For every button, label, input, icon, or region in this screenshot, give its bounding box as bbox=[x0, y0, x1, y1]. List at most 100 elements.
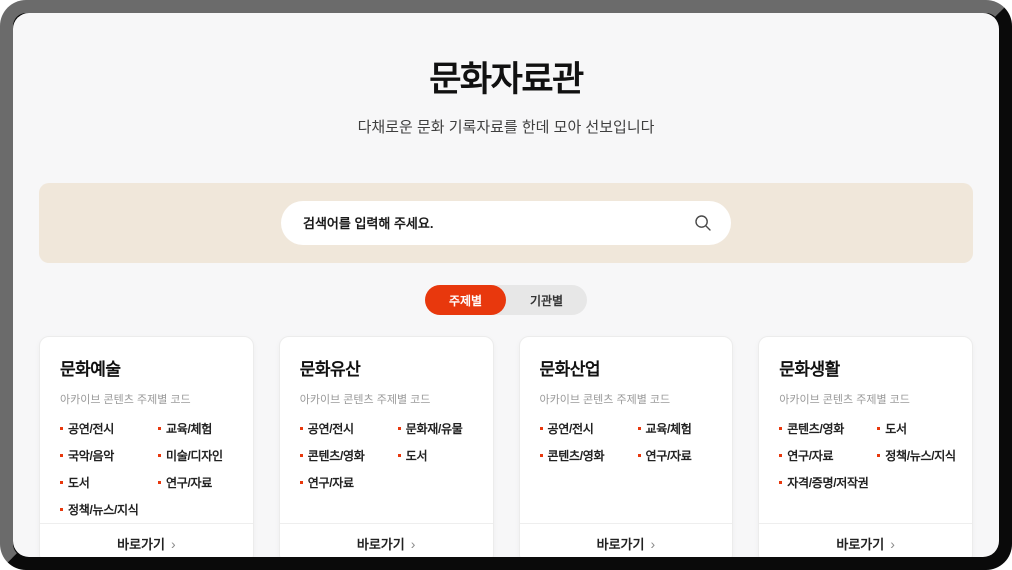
category-label: 미술/디자인 bbox=[166, 449, 223, 463]
tab-by-subject[interactable]: 주제별 bbox=[425, 285, 506, 315]
category-label: 콘텐츠/영화 bbox=[787, 422, 844, 436]
category-label: 교육/체험 bbox=[645, 422, 692, 436]
card-title: 문화산업 bbox=[539, 360, 601, 379]
category-card-culture-heritage: 문화유산 아카이브 콘텐츠 주제별 코드 공연/전시콘텐츠/영화연구/자료 문화… bbox=[278, 336, 494, 557]
bullet-icon bbox=[779, 427, 783, 430]
category-columns: 콘텐츠/영화연구/자료자격/증명/저작권 도서정책/뉴스/지식 bbox=[779, 420, 956, 491]
category-item[interactable]: 연구/자료 bbox=[299, 474, 386, 491]
shortcut-label: 바로가기 bbox=[117, 537, 165, 552]
bullet-icon bbox=[158, 454, 161, 457]
category-label: 연구/자료 bbox=[166, 476, 212, 490]
page-title: 문화자료관 bbox=[429, 60, 584, 99]
search-bar bbox=[281, 201, 731, 245]
category-label: 도서 bbox=[405, 449, 428, 463]
category-columns: 공연/전시콘텐츠/영화연구/자료 문화재/유물도서 bbox=[299, 420, 473, 491]
category-item[interactable]: 콘텐츠/영화 bbox=[299, 447, 386, 464]
category-item[interactable]: 공연/전시 bbox=[299, 420, 386, 437]
bullet-icon bbox=[637, 454, 641, 457]
shortcut-label: 바로가기 bbox=[836, 537, 885, 552]
category-columns: 공연/전시국악/음악도서정책/뉴스/지식 교육/체험미술/디자인연구/자료 bbox=[60, 420, 233, 518]
category-card-culture-arts: 문화예술 아카이브 콘텐츠 주제별 코드 공연/전시 국악/음악 도서 정책/뉴스/지… bbox=[39, 336, 254, 557]
card-title: 문화생활 bbox=[779, 360, 840, 379]
category-list: 교육/체험연구/자료 bbox=[637, 420, 724, 464]
page-subtitle: 다채로운 문화 기록자료를 한데 모아 선보입니다 bbox=[357, 119, 655, 136]
category-label: 콘텐츠/영화 bbox=[307, 449, 365, 463]
category-list: 문화재/유물도서 bbox=[397, 420, 484, 491]
card-code-label: 아카이브 콘텐츠 주제별 코드 bbox=[299, 394, 431, 406]
category-list: 공연/전시콘텐츠/영화 bbox=[539, 420, 626, 464]
card-code-label: 아카이브 콘텐츠 주제별 코드 bbox=[779, 394, 910, 406]
category-item[interactable]: 연구/자료 bbox=[779, 447, 865, 464]
card-title: 문화예술 bbox=[60, 360, 121, 379]
category-label: 연구/자료 bbox=[787, 449, 834, 463]
card-grid: 문화예술 아카이브 콘텐츠 주제별 코드 공연/전시 국악/음악 도서 정책/뉴스/지… bbox=[39, 336, 973, 557]
bullet-icon bbox=[877, 454, 881, 457]
view-toggle: 주제별 기관별 bbox=[425, 285, 587, 315]
category-label: 도서 bbox=[68, 476, 90, 490]
category-label: 콘텐츠/영화 bbox=[547, 449, 605, 463]
category-item[interactable]: 콘텐츠/영화 bbox=[539, 447, 626, 464]
category-label: 자격/증명/저작권 bbox=[787, 476, 869, 490]
page: 문화자료관 다채로운 문화 기록자료를 한데 모아 선보입니다 주제별 기관별 bbox=[13, 13, 999, 557]
search-icon[interactable] bbox=[691, 211, 715, 235]
shortcut-button[interactable]: 바로가기 › bbox=[759, 523, 972, 557]
chevron-right-icon: › bbox=[410, 535, 416, 552]
tab-by-institution[interactable]: 기관별 bbox=[506, 285, 587, 315]
category-item[interactable]: 도서 bbox=[877, 420, 963, 437]
shortcut-button[interactable]: 바로가기 › bbox=[40, 523, 253, 557]
bullet-icon bbox=[299, 454, 303, 457]
card-body: 문화산업 아카이브 콘텐츠 주제별 코드 공연/전시 콘텐츠/영화 교육/체험 연구… bbox=[520, 337, 733, 523]
category-item[interactable]: 콘텐츠/영화 bbox=[779, 420, 865, 437]
category-label: 공연/전시 bbox=[68, 422, 114, 436]
category-item[interactable]: 국악/음악 bbox=[60, 447, 146, 464]
category-label: 공연/전시 bbox=[307, 422, 354, 436]
category-item[interactable]: 공연/전시 bbox=[539, 420, 626, 437]
category-list: 공연/전시콘텐츠/영화연구/자료 bbox=[299, 420, 386, 491]
bullet-icon bbox=[158, 481, 161, 484]
bullet-icon bbox=[158, 427, 161, 430]
category-item[interactable]: 교육/체험 bbox=[158, 420, 244, 437]
category-label: 연구/자료 bbox=[645, 449, 692, 463]
category-card-culture-industry: 문화산업 아카이브 콘텐츠 주제별 코드 공연/전시 콘텐츠/영화 교육/체험 연구… bbox=[518, 336, 734, 557]
bullet-icon bbox=[60, 508, 63, 511]
bullet-icon bbox=[539, 454, 543, 457]
bullet-icon bbox=[397, 427, 401, 430]
category-item[interactable]: 연구/자료 bbox=[637, 447, 724, 464]
category-item[interactable]: 자격/증명/저작권 bbox=[779, 474, 869, 491]
bullet-icon bbox=[60, 481, 63, 484]
category-columns: 공연/전시콘텐츠/영화 교육/체험연구/자료 bbox=[539, 420, 713, 464]
category-label: 문화재/유물 bbox=[405, 422, 463, 436]
bullet-icon bbox=[779, 454, 783, 457]
category-label: 교육/체험 bbox=[166, 422, 212, 436]
window-frame: 문화자료관 다채로운 문화 기록자료를 한데 모아 선보입니다 주제별 기관별 bbox=[0, 0, 1012, 570]
category-item[interactable]: 정책/뉴스/지식 bbox=[877, 447, 963, 464]
card-body: 문화유산 아카이브 콘텐츠 주제별 코드 공연/전시콘텐츠/영화연구/자료 문화… bbox=[280, 337, 493, 523]
category-list: 콘텐츠/영화연구/자료자격/증명/저작권 bbox=[779, 420, 869, 491]
chevron-right-icon: › bbox=[170, 535, 176, 552]
category-label: 정책/뉴스/지식 bbox=[885, 449, 956, 463]
category-label: 연구/자료 bbox=[307, 476, 354, 490]
card-title: 문화유산 bbox=[299, 360, 361, 379]
category-label: 공연/전시 bbox=[547, 422, 594, 436]
category-item[interactable]: 미술/디자인 bbox=[158, 447, 244, 464]
search-input[interactable] bbox=[301, 214, 691, 232]
shortcut-button[interactable]: 바로가기 › bbox=[519, 523, 733, 557]
shortcut-button[interactable]: 바로가기 › bbox=[279, 523, 493, 557]
category-item[interactable]: 정책/뉴스/지식 bbox=[60, 501, 146, 518]
category-item[interactable]: 공연/전시 bbox=[60, 420, 146, 437]
category-item[interactable]: 도서 bbox=[60, 474, 146, 491]
bullet-icon bbox=[60, 427, 63, 430]
bullet-icon bbox=[299, 427, 303, 430]
category-label: 도서 bbox=[885, 422, 907, 436]
card-body: 문화예술 아카이브 콘텐츠 주제별 코드 공연/전시 국악/음악 도서 정책/뉴스/지… bbox=[40, 337, 253, 523]
card-body: 문화생활 아카이브 콘텐츠 주제별 코드 콘텐츠/영화연구/자료자격/증명/저작… bbox=[759, 337, 972, 523]
category-item[interactable]: 문화재/유물 bbox=[397, 420, 484, 437]
bullet-icon bbox=[60, 454, 63, 457]
category-card-culture-life: 문화생활 아카이브 콘텐츠 주제별 코드 콘텐츠/영화연구/자료자격/증명/저작… bbox=[758, 336, 973, 557]
category-list: 교육/체험미술/디자인연구/자료 bbox=[158, 420, 244, 518]
bullet-icon bbox=[877, 427, 881, 430]
category-label: 정책/뉴스/지식 bbox=[68, 503, 139, 517]
category-item[interactable]: 연구/자료 bbox=[158, 474, 244, 491]
category-item[interactable]: 교육/체험 bbox=[637, 420, 724, 437]
category-item[interactable]: 도서 bbox=[397, 447, 484, 464]
